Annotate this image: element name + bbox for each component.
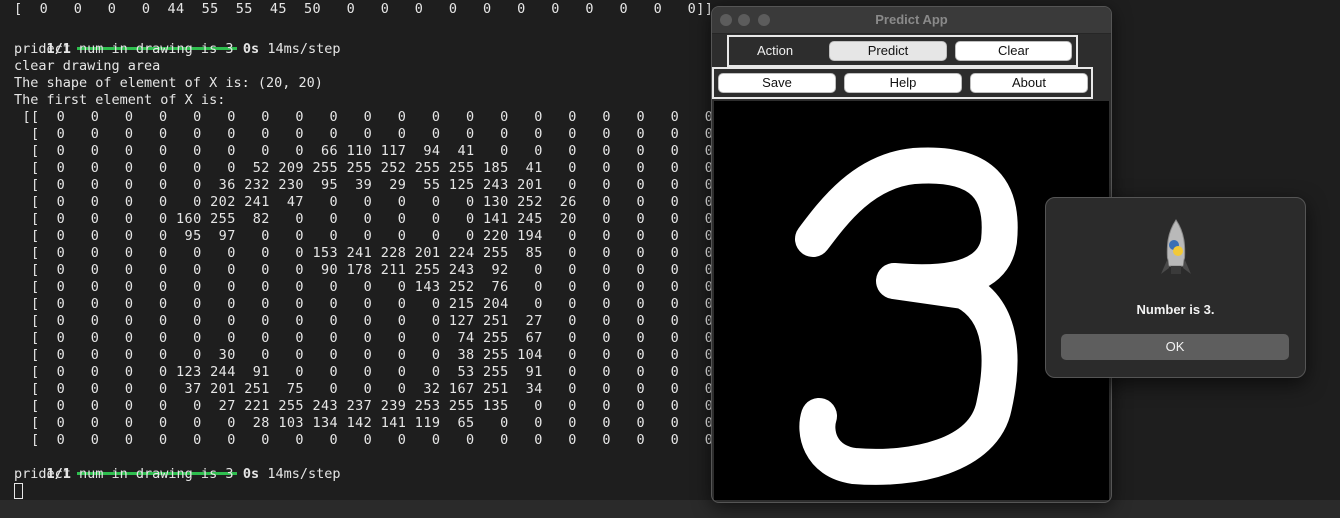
matrix-row: [ 0 0 0 0 95 97 0 0 0 0 0 0 0 220 194 0 …	[14, 228, 722, 244]
window-titlebar[interactable]: Predict App	[712, 7, 1111, 34]
result-dialog[interactable]: Number is 3. OK	[1045, 197, 1306, 378]
terminal-output-line: pridect num in drawing is 3	[14, 466, 234, 482]
terminal-matrix-partial-row: [ 0 0 0 0 44 55 55 45 50 0 0 0 0 0 0 0 0…	[14, 1, 714, 17]
clear-button[interactable]: Clear	[956, 42, 1071, 60]
matrix-row: [[ 0 0 0 0 0 0 0 0 0 0 0 0 0 0 0 0 0 0 0…	[14, 109, 722, 125]
progress-line: 1/1 0s 14ms/step	[14, 24, 341, 57]
matrix-row: [ 0 0 0 0 0 27 221 255 243 237 239 253 2…	[14, 398, 722, 414]
matrix-row: [ 0 0 0 0 0 36 232 230 95 39 29 55 125 2…	[14, 177, 722, 193]
progress-time: 0s	[242, 41, 260, 57]
dialog-message: Number is 3.	[1136, 302, 1215, 317]
matrix-row: [ 0 0 0 0 0 0 0 0 66 110 117 94 41 0 0 0…	[14, 143, 722, 159]
python-rocket-icon	[1161, 219, 1191, 274]
matrix-row: [ 0 0 0 0 0 0 0 0 0 0 0 0 0 0 0 0 0 0 0 …	[14, 126, 722, 142]
terminal-output-line: The shape of element of X is: (20, 20)	[14, 75, 323, 91]
terminal-output-line: pridect num in drawing is 3	[14, 41, 234, 57]
help-button[interactable]: Help	[845, 74, 961, 92]
window-title: Predict App	[875, 12, 948, 27]
terminal-output-line: The first element of X is:	[14, 92, 226, 108]
matrix-row: [ 0 0 0 0 0 202 241 47 0 0 0 0 0 130 252…	[14, 194, 722, 210]
matrix-row: [ 0 0 0 0 0 30 0 0 0 0 0 0 38 255 104 0 …	[14, 347, 722, 363]
ok-button[interactable]: OK	[1061, 334, 1289, 360]
progress-rate: 14ms/step	[267, 466, 341, 482]
matrix-row: [ 0 0 0 0 37 201 251 75 0 0 0 32 167 251…	[14, 381, 722, 397]
matrix-row: [ 0 0 0 0 123 244 91 0 0 0 0 0 53 255 91…	[14, 364, 722, 380]
progress-rate: 14ms/step	[267, 41, 341, 57]
terminal-output-line: clear drawing area	[14, 58, 161, 74]
matrix-row: [ 0 0 0 0 0 0 52 209 255 255 252 255 255…	[14, 160, 722, 176]
file-toolbar: Save Help About	[712, 67, 1093, 99]
matrix-row: [ 0 0 0 0 160 255 82 0 0 0 0 0 0 141 245…	[14, 211, 722, 227]
terminal-cursor	[14, 483, 23, 499]
about-button[interactable]: About	[971, 74, 1087, 92]
progress-line: 1/1 0s 14ms/step	[14, 449, 341, 482]
matrix-row: [ 0 0 0 0 0 0 0 0 90 178 211 255 243 92 …	[14, 262, 722, 278]
matrix-row: [ 0 0 0 0 0 0 0 0 153 241 228 201 224 25…	[14, 245, 722, 261]
matrix-row: [ 0 0 0 0 0 0 0 0 0 0 0 0 74 255 67 0 0 …	[14, 330, 722, 346]
terminal-bottom-strip	[0, 500, 1340, 518]
predict-button[interactable]: Predict	[830, 42, 946, 60]
matrix-row: [ 0 0 0 0 0 0 0 0 0 0 0 143 252 76 0 0 0…	[14, 279, 722, 295]
action-toolbar: Action Predict Clear	[727, 35, 1078, 67]
matrix-row: [ 0 0 0 0 0 0 0 0 0 0 0 0 127 251 27 0 0…	[14, 313, 722, 329]
matrix-row: [ 0 0 0 0 0 0 0 0 0 0 0 0 0 0 0 0 0 0 0 …	[14, 432, 731, 448]
action-label: Action	[757, 43, 794, 58]
save-button[interactable]: Save	[719, 74, 835, 92]
matrix-row: [ 0 0 0 0 0 0 28 103 134 142 141 119 65 …	[14, 415, 722, 431]
matrix-row: [ 0 0 0 0 0 0 0 0 0 0 0 0 215 204 0 0 0 …	[14, 296, 722, 312]
progress-time: 0s	[242, 466, 260, 482]
